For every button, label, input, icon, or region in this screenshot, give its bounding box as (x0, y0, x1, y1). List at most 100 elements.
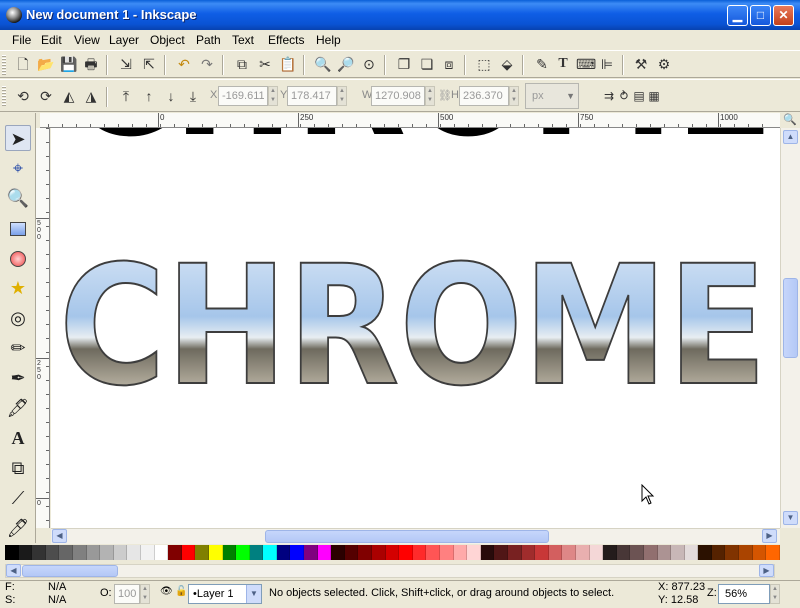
chrome-text[interactable]: CHROME (58, 229, 768, 423)
paste-icon[interactable]: 📋 (279, 55, 297, 73)
star-tool-icon[interactable]: ★ (5, 275, 31, 301)
text-font-icon[interactable]: T (554, 55, 572, 73)
x-field[interactable] (218, 86, 268, 106)
menu-layer[interactable]: Layer (109, 33, 139, 47)
color-swatch[interactable] (412, 545, 427, 560)
color-swatch[interactable] (535, 545, 549, 560)
zoom-page-icon[interactable]: ⊙ (360, 55, 378, 73)
color-swatch[interactable] (358, 545, 373, 560)
color-swatch[interactable] (630, 545, 644, 560)
color-swatch[interactable] (643, 545, 658, 560)
horizontal-scroll-thumb[interactable] (265, 530, 549, 543)
menu-effects[interactable]: Effects (268, 33, 304, 47)
color-swatch[interactable] (440, 545, 454, 560)
color-swatch[interactable] (236, 545, 250, 560)
fill-indicator[interactable]: N/A (48, 581, 66, 593)
width-field[interactable] (371, 86, 425, 106)
stroke-indicator[interactable]: N/A (48, 594, 66, 606)
lower-to-bottom-icon[interactable]: ⤓ (184, 87, 202, 105)
width-spinner[interactable]: ▲ ▼ (425, 86, 435, 106)
color-swatch[interactable] (575, 545, 590, 560)
color-swatch[interactable] (140, 545, 155, 560)
y-spinner[interactable]: ▲ ▼ (337, 86, 347, 106)
unit-select[interactable]: px ▼ (525, 83, 579, 109)
open-icon[interactable]: 📂 (37, 55, 55, 73)
color-swatch[interactable] (494, 545, 508, 560)
color-swatch[interactable] (276, 545, 291, 560)
title-bar[interactable]: New document 1 - Inkscape ▁ □ ✕ (0, 0, 800, 30)
color-swatch[interactable] (18, 545, 33, 560)
lower-icon[interactable]: ↓ (162, 87, 180, 105)
vertical-ruler[interactable]: 500 250 0 (36, 128, 50, 528)
x-spinner[interactable]: ▲ ▼ (268, 86, 278, 106)
preferences-icon[interactable]: ⚒ (632, 55, 650, 73)
scroll-down-icon[interactable]: ▼ (783, 511, 798, 525)
align-icon[interactable]: ⊫ (598, 55, 616, 73)
zoom-field[interactable]: 56% (718, 584, 770, 604)
flip-vertical-icon[interactable]: ◮ (82, 87, 100, 105)
color-swatch[interactable] (331, 545, 345, 560)
new-icon[interactable]: 🗋 (14, 55, 32, 73)
raise-to-top-icon[interactable]: ⤒ (117, 87, 135, 105)
duplicate-icon[interactable]: ❐ (395, 55, 413, 73)
menu-edit[interactable]: Edit (41, 33, 62, 47)
color-swatch[interactable] (32, 545, 46, 560)
color-swatch[interactable] (562, 545, 576, 560)
clone-icon[interactable]: ❏ (418, 55, 436, 73)
color-swatch[interactable] (657, 545, 672, 560)
color-swatch[interactable] (181, 545, 196, 560)
menu-path[interactable]: Path (196, 33, 221, 47)
save-icon[interactable]: 💾 (60, 55, 78, 73)
color-swatch[interactable] (616, 545, 631, 560)
color-swatch[interactable] (127, 545, 141, 560)
palette-scroll-thumb[interactable] (22, 565, 118, 577)
opacity-field[interactable] (114, 584, 140, 604)
menu-help[interactable]: Help (316, 33, 341, 47)
pen-tool-icon[interactable]: ✒ (5, 365, 31, 391)
raise-icon[interactable]: ↑ (140, 87, 158, 105)
palette-scrollbar[interactable]: ◀ ▶ (5, 564, 775, 578)
scroll-up-icon[interactable]: ▲ (783, 130, 798, 144)
maximize-button[interactable]: □ (750, 5, 771, 26)
import-icon[interactable]: ⇲ (117, 55, 135, 73)
document-properties-icon[interactable]: ⚙ (655, 55, 673, 73)
color-swatch[interactable] (589, 545, 604, 560)
horizontal-ruler[interactable]: 0 250 500 750 1000 (40, 113, 780, 128)
inkscape-app-icon[interactable] (6, 7, 22, 23)
export-icon[interactable]: ⇱ (140, 55, 158, 73)
palette-scroll-left-icon[interactable]: ◀ (6, 564, 21, 577)
color-swatch[interactable] (467, 545, 481, 560)
fill-stroke-icon[interactable]: ✎ (533, 55, 551, 73)
scroll-left-icon[interactable]: ◀ (52, 529, 67, 543)
opacity-spinner[interactable]: ▲ ▼ (140, 584, 150, 604)
color-swatch[interactable] (45, 545, 60, 560)
menu-view[interactable]: View (74, 33, 100, 47)
connector-tool-icon[interactable]: ⟋ (5, 485, 31, 511)
rectangle-tool-icon[interactable] (5, 215, 31, 241)
undo-icon[interactable]: ↶ (175, 55, 193, 73)
color-swatch[interactable] (86, 545, 101, 560)
color-swatch[interactable] (684, 545, 699, 560)
palette-scroll-right-icon[interactable]: ▶ (759, 564, 774, 577)
color-swatch[interactable] (72, 545, 87, 560)
drawing-canvas[interactable]: CHROME CHROME (51, 128, 780, 528)
color-swatch[interactable] (671, 545, 685, 560)
color-swatch[interactable] (304, 545, 318, 560)
cut-icon[interactable]: ✂ (256, 55, 274, 73)
gradient-tool-icon[interactable]: ⧉ (5, 455, 31, 481)
color-swatch[interactable] (290, 545, 305, 560)
color-swatch[interactable] (113, 545, 128, 560)
height-spinner[interactable]: ▲ ▼ (509, 86, 519, 106)
zoom-corner-icon[interactable]: 🔍 (780, 113, 800, 128)
minimize-button[interactable]: ▁ (727, 5, 748, 26)
lock-layer-icon[interactable]: 🔓 (175, 586, 187, 597)
color-swatch[interactable] (208, 545, 223, 560)
node-tool-icon[interactable]: ⌖ (5, 155, 31, 181)
color-swatch[interactable] (548, 545, 563, 560)
color-swatch[interactable] (480, 545, 495, 560)
menu-file[interactable]: File (12, 33, 31, 47)
xml-editor-icon[interactable]: ⌨ (576, 55, 596, 73)
color-swatch[interactable] (344, 545, 359, 560)
horizontal-scrollbar[interactable]: ◀ ▶ (51, 528, 780, 544)
color-swatch[interactable] (385, 545, 400, 560)
